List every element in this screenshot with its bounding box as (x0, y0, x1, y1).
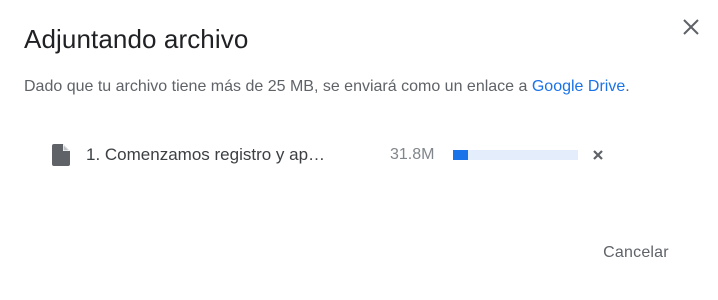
cancel-button[interactable]: Cancelar (586, 234, 686, 272)
message-end: . (625, 78, 630, 95)
attach-dialog: Adjuntando archivo Dado que tu archivo t… (0, 0, 718, 300)
attachment-row: 1. Comenzamos registro y ap… 31.8M (52, 142, 612, 168)
upload-progress-fill (453, 150, 468, 160)
file-name: 1. Comenzamos registro y ap… (86, 145, 326, 164)
google-drive-link[interactable]: Google Drive (532, 78, 625, 95)
size-message: Dado que tu archivo tiene más de 25 MB, … (24, 76, 630, 98)
remove-icon (593, 150, 603, 160)
remove-attachment-button[interactable] (590, 147, 606, 163)
message-text: Dado que tu archivo tiene más de 25 MB, … (24, 78, 532, 95)
close-button[interactable] (678, 14, 704, 40)
dialog-title: Adjuntando archivo (24, 24, 249, 54)
close-icon (683, 19, 699, 35)
upload-progress-bar (453, 150, 578, 160)
file-icon (52, 144, 70, 166)
file-size: 31.8M (390, 146, 435, 163)
